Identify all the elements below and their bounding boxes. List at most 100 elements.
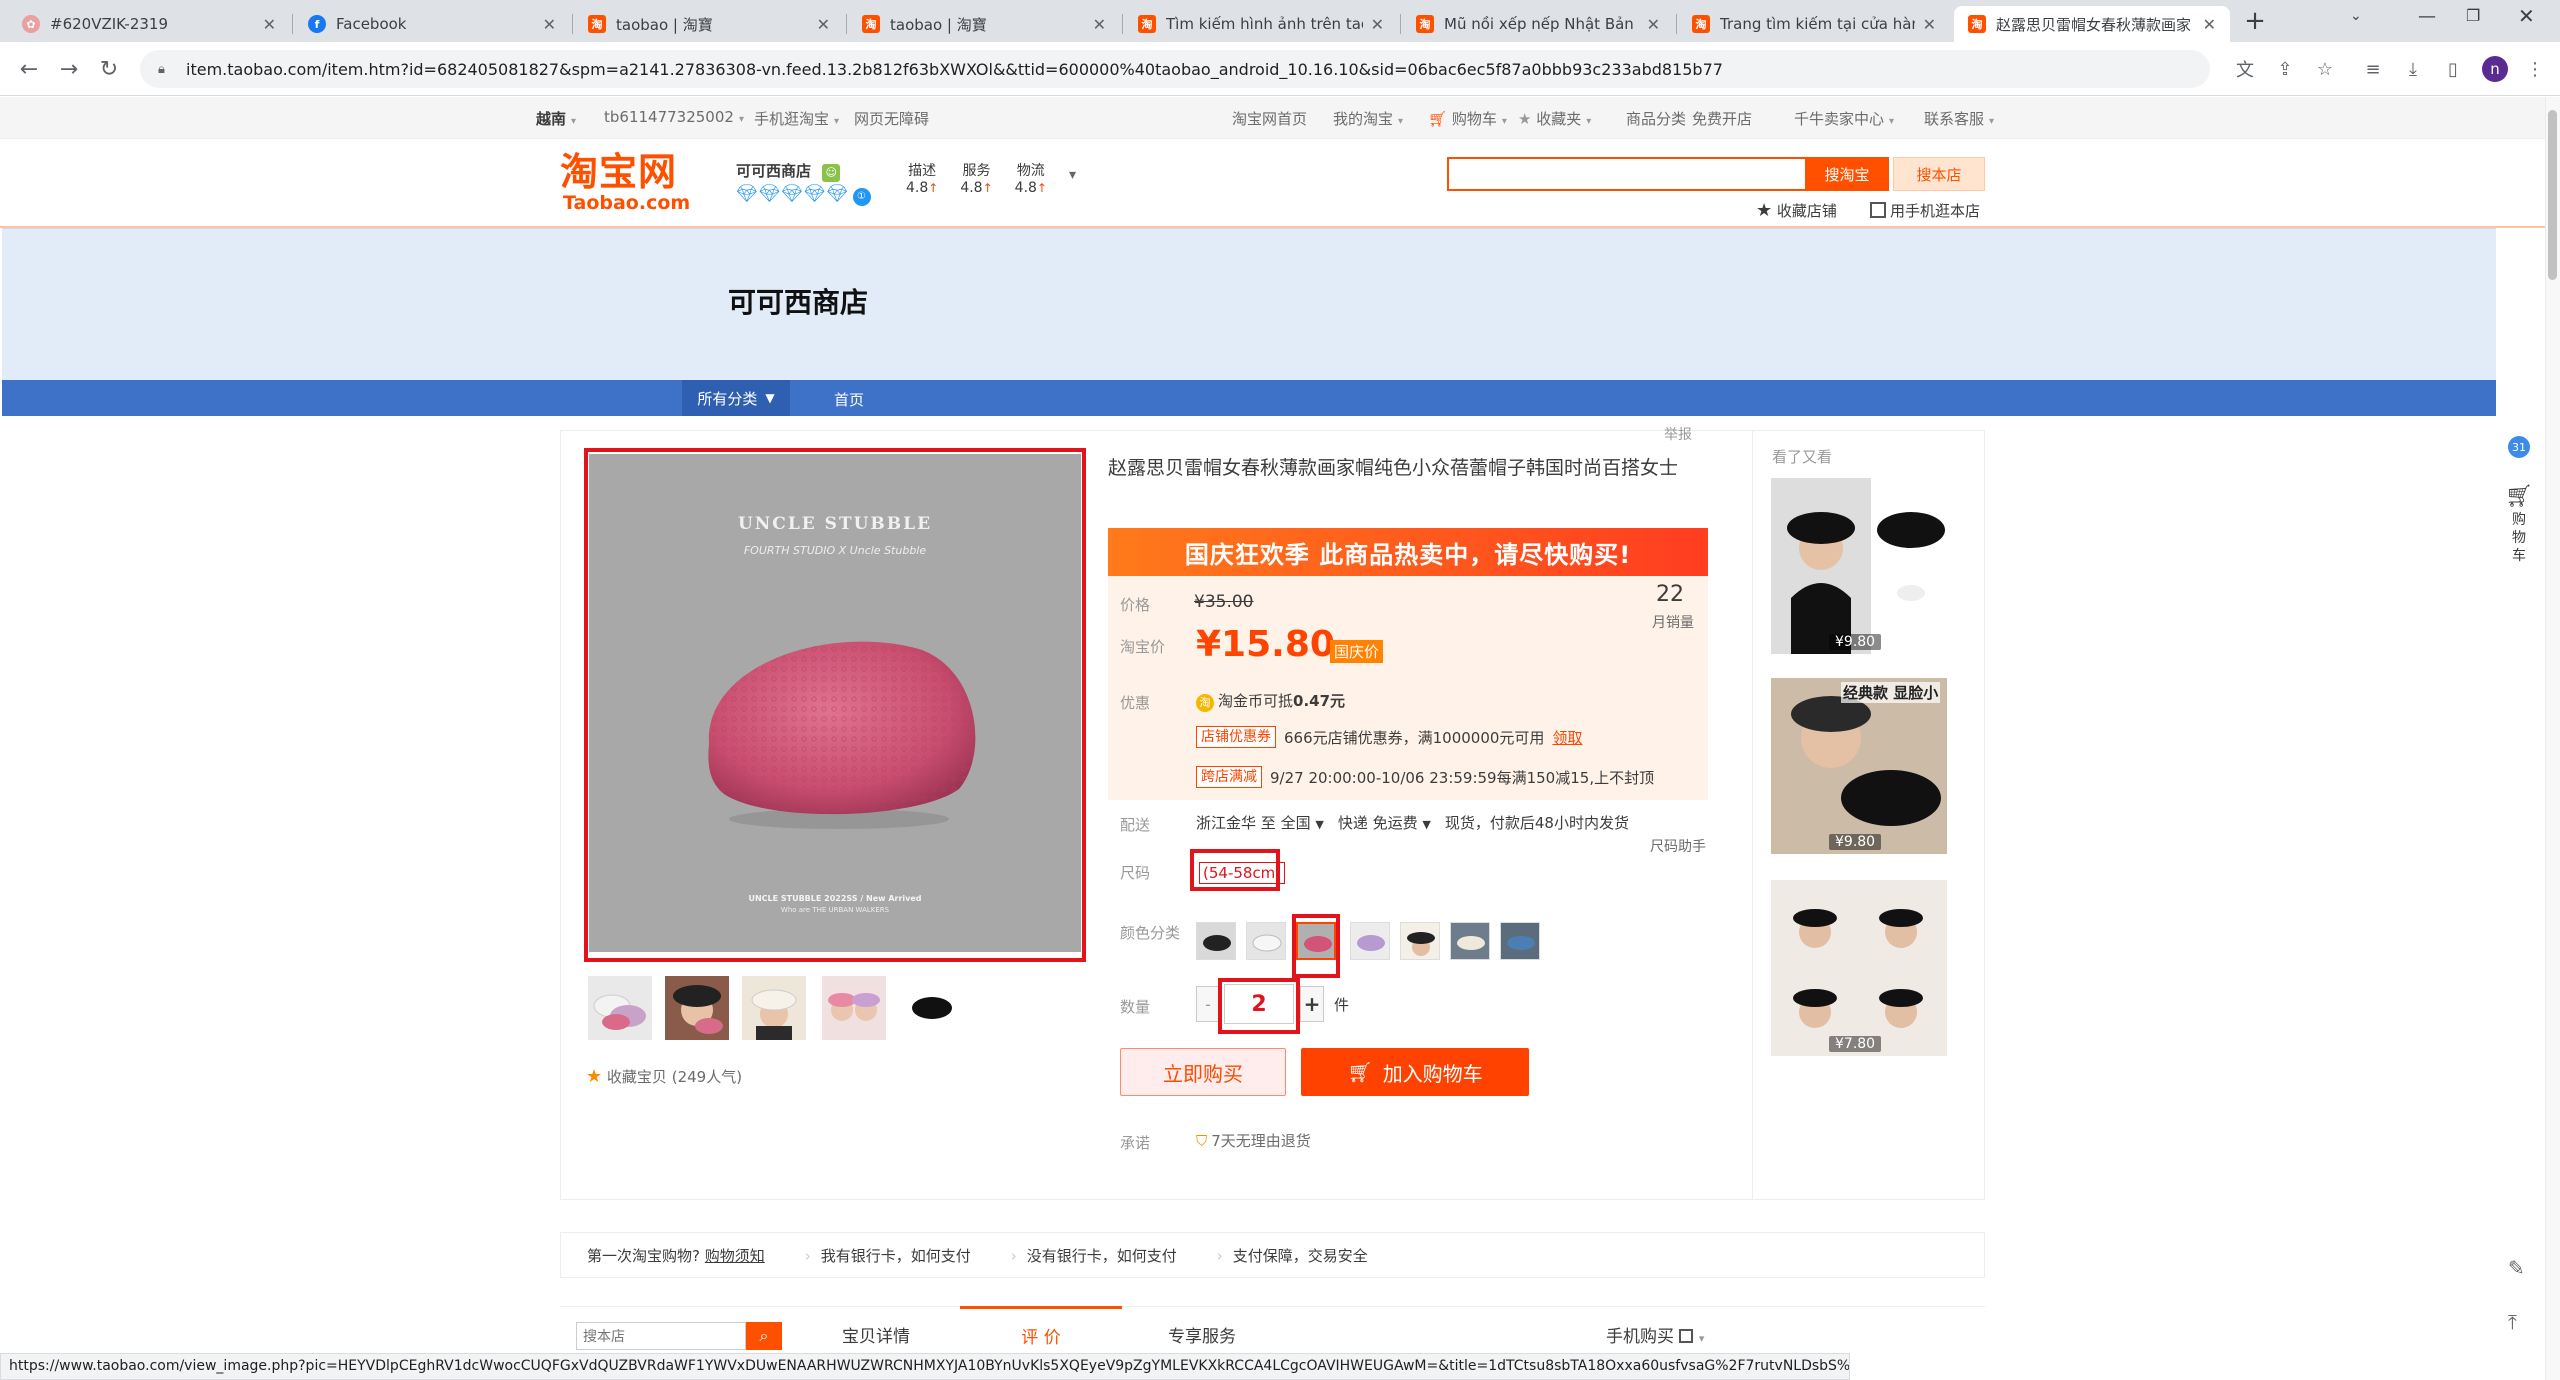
sidebar-cart[interactable]: 🛒︎ 购物车 [2504,484,2534,565]
shop-search-button[interactable]: ⌕ [746,1322,782,1350]
accessibility-link[interactable]: 网页无障碍 [854,108,929,129]
close-tab-icon[interactable]: ✕ [1093,15,1106,34]
quantity-decrease-button[interactable]: - [1196,986,1220,1022]
color-swatch-blue[interactable] [1500,922,1540,960]
recommend-item-3[interactable]: ¥7.80 [1771,880,1947,1056]
color-swatch-cream[interactable] [1450,922,1490,960]
size-helper-link[interactable]: 尺码助手 [1650,836,1706,856]
close-tab-icon[interactable]: ✕ [817,15,830,34]
thumbnail-4[interactable] [822,976,886,1040]
forward-icon[interactable]: → [52,52,86,86]
close-tab-icon[interactable]: ✕ [2203,15,2216,34]
close-tab-icon[interactable]: ✕ [1647,15,1660,34]
browser-tab[interactable]: 淘 taobao | 淘寶 ✕ [848,6,1120,42]
destination-selector[interactable]: 全国 ▼ [1281,814,1324,832]
browser-tab-active[interactable]: 淘 赵露思贝雷帽女春秋薄款画家 ✕ [1954,6,2230,42]
taobao-logo[interactable]: 淘宝网 Taobao.com [560,150,700,213]
search-taobao-button[interactable]: 搜淘宝 [1805,157,1889,191]
restore-icon[interactable]: ❐ [2466,6,2480,25]
shipping-method-selector[interactable]: 快递 免运费 ▼ [1338,812,1431,833]
close-tab-icon[interactable]: ✕ [1923,15,1936,34]
mobile-buy-link[interactable]: 手机购买 ▾ [1606,1322,1704,1347]
bookmark-star-icon[interactable]: ☆ [2312,56,2338,82]
user-menu[interactable]: tb611477325002 ▾ [604,108,744,126]
menu-dots-icon[interactable]: ⋮ [2522,56,2548,82]
browser-tab[interactable]: 淘 Trang tìm kiếm tại cửa hàng· ✕ [1678,6,1950,42]
region-selector[interactable]: 越南 ▾ [536,108,576,129]
shopping-notice-link[interactable]: 购物须知 [705,1247,765,1265]
color-swatch-model[interactable] [1400,922,1440,960]
highlight-color [1292,914,1340,978]
close-tab-icon[interactable]: ✕ [543,15,556,34]
close-tab-icon[interactable]: ✕ [1371,15,1384,34]
quantity-increase-button[interactable]: + [1300,986,1324,1022]
taobao-home-link[interactable]: 淘宝网首页 [1232,108,1307,129]
categories-link[interactable]: 商品分类 [1626,108,1686,129]
cart-menu[interactable]: 🛒︎ 购物车 ▾ [1428,108,1507,129]
profile-avatar[interactable]: n [2482,56,2508,82]
seller-center-menu[interactable]: 千牛卖家中心 ▾ [1794,108,1894,129]
reload-icon[interactable]: ↻ [92,52,126,86]
browser-tab[interactable]: f Facebook ✕ [294,6,570,42]
shop-home-link[interactable]: 首页 [834,389,864,410]
share-icon[interactable]: ⇪ [2272,56,2298,82]
open-shop-link[interactable]: 免费开店 [1692,108,1752,129]
scrollbar-thumb[interactable] [2548,110,2557,280]
shop-search-input[interactable] [576,1322,746,1350]
color-swatch-purple[interactable] [1350,922,1390,960]
cross-store-tag: 跨店满减 [1196,766,1262,788]
thumbnail-3[interactable] [742,976,806,1040]
side-panel-icon[interactable]: ▯ [2440,56,2466,82]
tab-search-icon[interactable]: ⌄ [2350,8,2362,24]
my-taobao-menu[interactable]: 我的淘宝 ▾ [1333,108,1403,129]
report-link[interactable]: 举报 [1664,424,1692,444]
reading-list-icon[interactable]: ≡ [2360,56,2386,82]
recommend-item-1[interactable]: ¥9.80 [1771,478,1947,654]
mobile-taobao-link[interactable]: 手机逛淘宝 ▾ [754,108,839,129]
browser-tab[interactable]: ✿ #620VZIK-2319 ✕ [8,6,290,42]
search-shop-button[interactable]: 搜本店 [1893,157,1985,191]
tab-service[interactable]: 专享服务 [1168,1322,1236,1347]
header-shop-name[interactable]: 可可西商店 ☺ [736,160,841,182]
collect-item-link[interactable]: ★ 收藏宝贝 (249人气) [586,1066,742,1087]
favorites-menu[interactable]: ★ 收藏夹 ▾ [1518,108,1591,129]
close-tab-icon[interactable]: ✕ [263,15,276,34]
thumbnail-1[interactable] [588,976,652,1040]
recommend-item-2[interactable]: 经典款 显脸小 ¥9.80 [1771,678,1947,854]
new-tab-button[interactable]: + [2240,6,2270,36]
color-swatch-black[interactable] [1196,922,1236,960]
buy-now-button[interactable]: 立即购买 [1120,1048,1286,1096]
claim-coupon-link[interactable]: 领取 [1552,727,1582,748]
browser-tab[interactable]: 淘 Tìm kiếm hình ảnh trên taob ✕ [1124,6,1398,42]
minimize-icon[interactable]: — [2418,6,2436,27]
tab-reviews-active[interactable]: 评 价 [960,1306,1122,1350]
star-icon: ★ [586,1066,603,1087]
payment-guarantee-link[interactable]: › 支付保障，交易安全 [1217,1245,1368,1266]
taobao-icon: 淘 [1968,15,1986,33]
color-swatch-white[interactable] [1246,922,1286,960]
customer-service-menu[interactable]: 联系客服 ▾ [1924,108,1994,129]
lock-icon: 🔒︎ [158,62,165,77]
edit-icon[interactable]: ✎ [2508,1256,2525,1280]
add-to-cart-button[interactable]: 🛒︎ 加入购物车 [1301,1048,1529,1096]
back-to-top-icon[interactable]: ⤒ [2508,1310,2517,1334]
notification-badge[interactable]: 31 [2508,436,2530,458]
browser-tab[interactable]: 淘 taobao | 淘寶 ✕ [574,6,844,42]
search-input[interactable] [1447,157,1805,191]
page-scrollbar[interactable] [2545,97,2560,1380]
back-icon[interactable]: ← [12,52,46,86]
thumbnail-2[interactable] [665,976,729,1040]
ratings-dropdown-icon[interactable]: ▾ [1069,167,1076,183]
mobile-shop-link[interactable]: 用手机逛本店 [1870,200,1980,221]
address-bar[interactable]: 🔒︎ item.taobao.com/item.htm?id=682405081… [140,50,2210,88]
translate-icon[interactable]: 文 [2232,56,2258,82]
thumbnail-5[interactable] [900,976,964,1040]
download-icon[interactable]: ⤓ [2400,56,2426,82]
all-categories-menu[interactable]: 所有分类 ▼ [682,380,790,416]
browser-tab[interactable]: 淘 Mũ nồi xếp nếp Nhật Bản dà ✕ [1402,6,1674,42]
tab-details[interactable]: 宝贝详情 [842,1322,910,1347]
window-close-icon[interactable]: ✕ [2518,4,2535,28]
no-bank-link[interactable]: › 没有银行卡，如何支付 [1011,1245,1177,1266]
bank-card-link[interactable]: › 我有银行卡，如何支付 [805,1245,971,1266]
favorite-shop-link[interactable]: ★ 收藏店铺 [1756,200,1837,221]
